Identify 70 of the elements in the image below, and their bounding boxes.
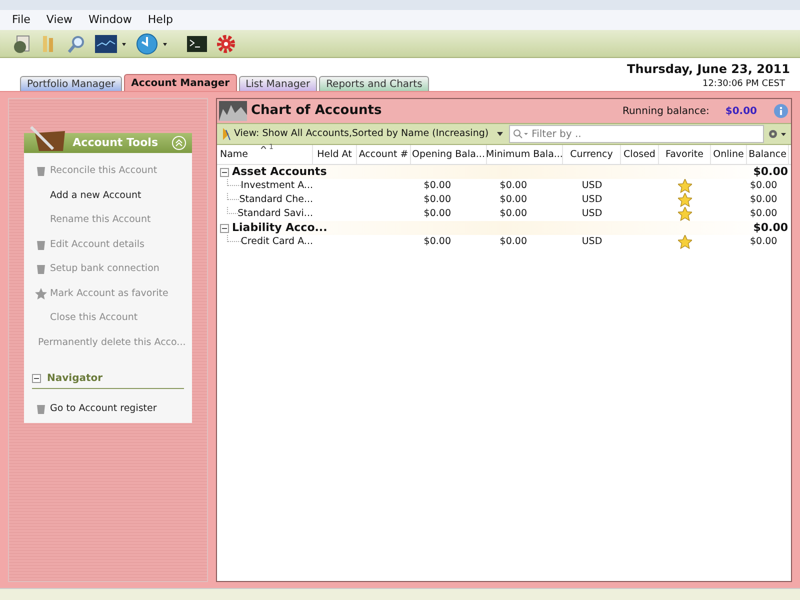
table-cell-text: $0.00: [422, 206, 452, 221]
account-name[interactable]: Standard Savi...: [238, 206, 313, 222]
table-cell-text: USD: [580, 206, 604, 221]
column-header[interactable]: Closed: [621, 145, 659, 164]
table-cell-text: $0.00: [749, 192, 778, 207]
table-cell-text: $0.00: [422, 234, 452, 249]
chart-monitor-icon[interactable]: [94, 34, 128, 54]
gear-dropdown-icon[interactable]: [767, 127, 789, 141]
running-balance-value: $0.00: [725, 104, 757, 118]
tab[interactable]: List Manager: [238, 76, 318, 91]
caret-icon: [496, 131, 504, 137]
table-cell-text: $0.00: [498, 192, 528, 207]
item-icon: [35, 403, 47, 416]
column-header[interactable]: Currency: [563, 145, 621, 164]
info-icon[interactable]: [773, 103, 789, 119]
table-cell-text: $0.00: [498, 234, 528, 249]
running-balance-label: Running balance:: [622, 104, 710, 118]
table-cell-text: USD: [580, 234, 604, 249]
section-title: Navigator: [47, 372, 103, 386]
tab[interactable]: Reports and Charts: [319, 76, 430, 91]
date-label: Thursday, June 23, 2011: [627, 61, 790, 78]
column-header[interactable]: Favorite: [659, 145, 711, 164]
table-cell-text: USD: [580, 192, 604, 207]
magnifier-icon[interactable]: [66, 34, 86, 54]
menu-item[interactable]: Help: [148, 12, 173, 28]
column-header[interactable]: Online: [711, 145, 747, 164]
task-link[interactable]: Go to Account register: [50, 402, 157, 416]
account-name[interactable]: Investment A...: [240, 178, 313, 194]
collapse-toggle[interactable]: [220, 168, 229, 176]
search-icon: [512, 129, 529, 139]
item-icon: [35, 263, 47, 276]
group-balance: $0.00: [752, 164, 789, 180]
table-cell-text: $0.00: [749, 206, 778, 221]
menu-item[interactable]: View: [46, 12, 73, 28]
gear-icon[interactable]: [216, 34, 236, 54]
account-name[interactable]: Credit Card A...: [240, 234, 313, 250]
task-link[interactable]: Add a new Account: [50, 188, 142, 203]
menu-item[interactable]: Window: [88, 12, 132, 28]
panel-title: Chart of Accounts: [251, 102, 383, 120]
item-icon: [35, 238, 47, 251]
group-name: Asset Accounts: [232, 164, 327, 180]
group-balance: $0.00: [752, 220, 789, 236]
time-label: 12:30:06 PM CEST: [702, 78, 785, 91]
filter-field[interactable]: Filter by ..: [508, 125, 764, 143]
table-cell-text: $0.00: [749, 178, 778, 193]
table-cell-text: $0.00: [422, 178, 452, 193]
column-header[interactable]: Account #: [357, 145, 411, 164]
column-header[interactable]: Minimum Bala...: [487, 145, 563, 164]
tab[interactable]: Portfolio Manager: [20, 76, 122, 91]
tab[interactable]: Account Manager: [124, 74, 237, 91]
view-dropdown[interactable]: View: Show All Accounts,Sorted by Name (Increasing): [219, 125, 506, 143]
table-cell-text: USD: [580, 178, 604, 193]
table-cell-text: $0.00: [422, 192, 452, 207]
column-header[interactable]: Balance: [747, 145, 789, 164]
table-cell-text: $0.00: [749, 234, 778, 249]
group-name: Liability Acco...: [232, 220, 328, 236]
column-header[interactable]: Held At: [313, 145, 357, 164]
menu-item[interactable]: File: [12, 12, 30, 28]
section-title: Account Tools: [72, 134, 158, 151]
column-header[interactable]: Opening Bala...: [411, 145, 487, 164]
star-icon: [35, 288, 47, 300]
terminal-icon[interactable]: [186, 34, 208, 52]
table-cell-text: $0.00: [498, 178, 528, 193]
collapse-toggle[interactable]: [220, 224, 229, 232]
clock-arrow-icon[interactable]: [136, 32, 170, 54]
account-name[interactable]: Standard Che...: [239, 192, 313, 208]
item-icon: [35, 165, 47, 178]
globe-document-icon[interactable]: [12, 34, 32, 54]
collapse-toggle[interactable]: [32, 374, 41, 383]
table-cell-text: $0.00: [498, 206, 528, 221]
